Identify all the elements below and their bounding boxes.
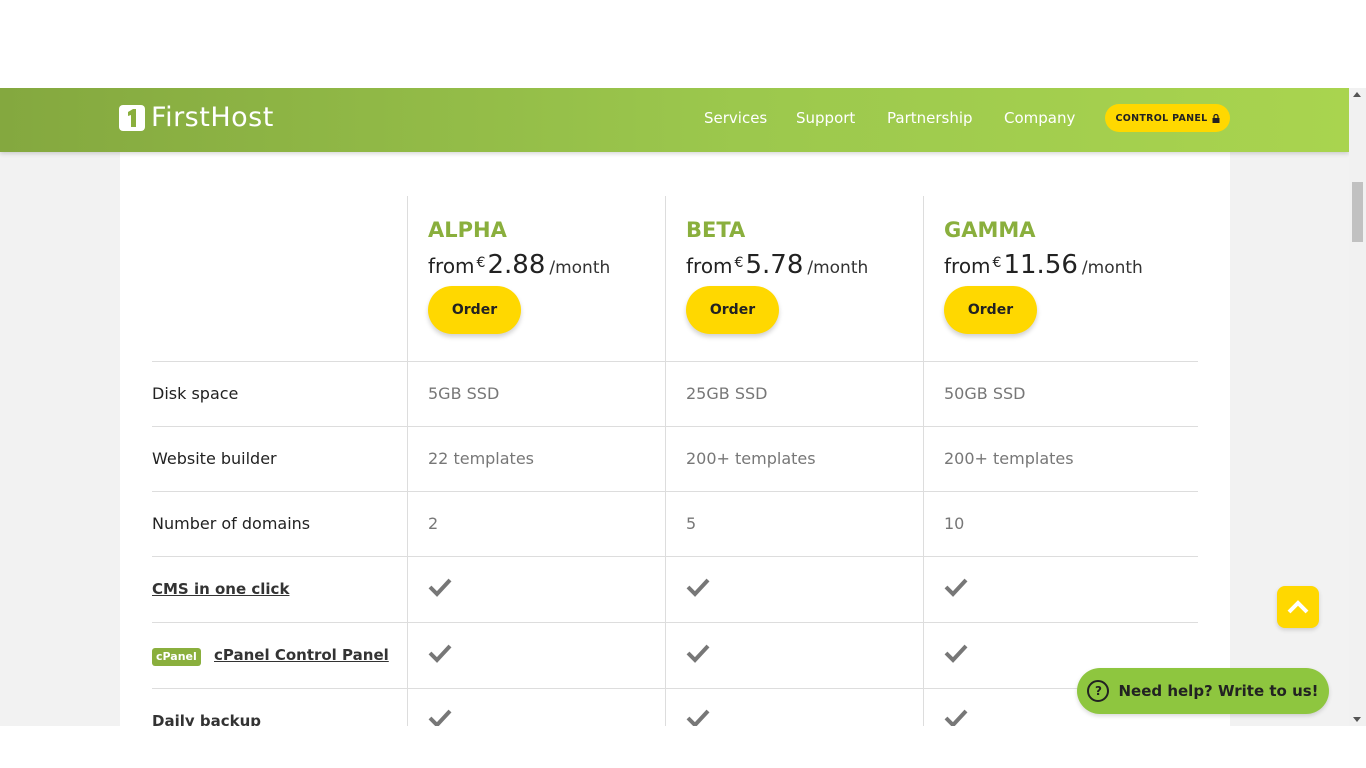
check-icon bbox=[944, 578, 968, 597]
plan-alpha: ALPHA from €2.88/month Order bbox=[428, 218, 610, 334]
price-prefix: from bbox=[428, 254, 475, 278]
price-period: /month bbox=[1081, 258, 1143, 278]
nav-partnership[interactable]: Partnership bbox=[887, 109, 973, 127]
table-cell: 200+ templates bbox=[686, 449, 816, 468]
logo[interactable]: FirstHost bbox=[119, 102, 274, 133]
price-prefix: from bbox=[944, 254, 991, 278]
price-prefix: from bbox=[686, 254, 733, 278]
page-viewport: FirstHost Services Support Partnership C… bbox=[0, 88, 1349, 726]
price-period: /month bbox=[807, 258, 869, 278]
row-divider bbox=[152, 688, 1198, 689]
table-cell: 50GB SSD bbox=[944, 384, 1026, 403]
need-help-label: Need help? Write to us! bbox=[1118, 682, 1319, 700]
order-button-gamma[interactable]: Order bbox=[944, 286, 1037, 334]
table-cell: 5GB SSD bbox=[428, 384, 500, 403]
pricing-table: ALPHA from €2.88/month Order BETA from €5.… bbox=[120, 152, 1230, 726]
plan-price: from €11.56/month bbox=[944, 250, 1143, 280]
price-amount: 11.56 bbox=[1003, 250, 1078, 280]
scroll-to-top-button[interactable] bbox=[1277, 586, 1319, 628]
column-divider bbox=[407, 196, 408, 726]
logo-icon bbox=[119, 104, 145, 131]
row-label-daily-backup: Daily backup bbox=[152, 712, 261, 726]
logo-text: FirstHost bbox=[151, 102, 274, 133]
row-label-website-builder: Website builder bbox=[152, 449, 277, 468]
cpanel-badge: cPanel bbox=[152, 648, 201, 666]
table-cell: 2 bbox=[428, 514, 439, 533]
plan-name: GAMMA bbox=[944, 218, 1036, 242]
table-cell: 25GB SSD bbox=[686, 384, 768, 403]
check-icon bbox=[686, 709, 710, 726]
row-link-cms-in-one-click[interactable]: CMS in one click bbox=[152, 580, 289, 598]
plan-beta: BETA from €5.78/month Order bbox=[686, 218, 868, 334]
plan-price: from €2.88/month bbox=[428, 250, 610, 280]
table-cell: 10 bbox=[944, 514, 965, 533]
check-icon bbox=[686, 578, 710, 597]
price-currency: € bbox=[992, 255, 1002, 271]
table-cell: 200+ templates bbox=[944, 449, 1074, 468]
check-icon bbox=[428, 644, 452, 663]
lock-icon bbox=[1212, 113, 1220, 123]
nav-company[interactable]: Company bbox=[1004, 109, 1075, 127]
check-icon bbox=[944, 709, 968, 726]
row-divider bbox=[152, 361, 1198, 362]
row-label-disk-space: Disk space bbox=[152, 384, 239, 403]
plan-price: from €5.78/month bbox=[686, 250, 868, 280]
scroll-down-icon[interactable] bbox=[1353, 717, 1361, 722]
plan-gamma: GAMMA from €11.56/month Order bbox=[944, 218, 1143, 334]
vertical-scrollbar[interactable] bbox=[1349, 88, 1366, 726]
row-link-cpanel-control-panel[interactable]: cPanel Control Panel bbox=[214, 646, 389, 664]
scroll-up-icon[interactable] bbox=[1353, 92, 1361, 97]
check-icon bbox=[428, 709, 452, 726]
price-amount: 5.78 bbox=[745, 250, 804, 280]
row-divider bbox=[152, 491, 1198, 492]
table-cell: 5 bbox=[686, 514, 697, 533]
column-divider bbox=[923, 196, 924, 726]
price-currency: € bbox=[734, 255, 744, 271]
control-panel-button[interactable]: CONTROL PANEL bbox=[1105, 104, 1230, 132]
table-cell: 22 templates bbox=[428, 449, 535, 468]
order-button-beta[interactable]: Order bbox=[686, 286, 779, 334]
nav-services[interactable]: Services bbox=[704, 109, 767, 127]
row-divider bbox=[152, 622, 1198, 623]
plan-name: ALPHA bbox=[428, 218, 507, 242]
check-icon bbox=[944, 644, 968, 663]
nav-support[interactable]: Support bbox=[796, 109, 855, 127]
need-help-button[interactable]: ? Need help? Write to us! bbox=[1077, 668, 1329, 714]
site-header: FirstHost Services Support Partnership C… bbox=[0, 88, 1349, 152]
order-button-alpha[interactable]: Order bbox=[428, 286, 521, 334]
row-divider bbox=[152, 556, 1198, 557]
check-icon bbox=[686, 644, 710, 663]
question-icon: ? bbox=[1087, 680, 1110, 702]
column-divider bbox=[665, 196, 666, 726]
control-panel-label: CONTROL PANEL bbox=[1115, 112, 1208, 124]
price-amount: 2.88 bbox=[487, 250, 546, 280]
chevron-up-icon bbox=[1287, 600, 1309, 614]
price-period: /month bbox=[549, 258, 611, 278]
plan-name: BETA bbox=[686, 218, 746, 242]
row-label-number-of-domains: Number of domains bbox=[152, 514, 311, 533]
scrollbar-thumb[interactable] bbox=[1352, 182, 1363, 242]
price-currency: € bbox=[476, 255, 486, 271]
check-icon bbox=[428, 578, 452, 597]
row-divider bbox=[152, 426, 1198, 427]
